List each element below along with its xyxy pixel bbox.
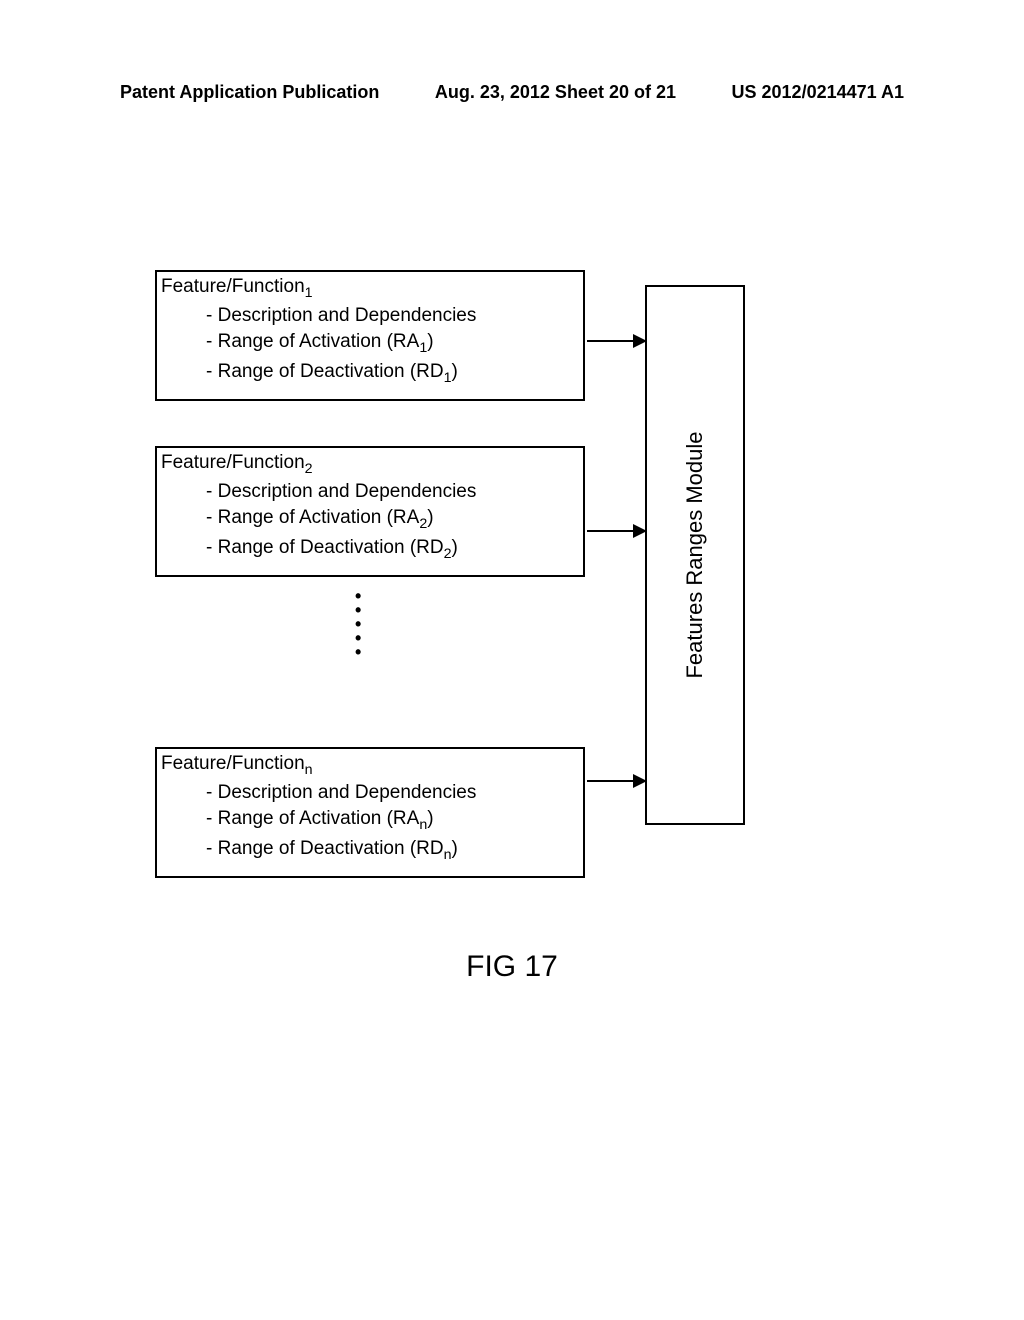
header-right: US 2012/0214471 A1	[732, 82, 904, 103]
feature-title-1: Feature/Function1	[161, 276, 575, 301]
header-left: Patent Application Publication	[120, 82, 379, 103]
feature-box-2: Feature/Function2 - Description and Depe…	[155, 446, 585, 577]
header-center: Aug. 23, 2012 Sheet 20 of 21	[435, 82, 676, 103]
feature-2-item-1: - Description and Dependencies	[206, 479, 575, 506]
features-ranges-module-label: Features Ranges Module	[682, 431, 708, 678]
feature-items-2: - Description and Dependencies - Range o…	[161, 479, 575, 565]
arrow-1	[587, 340, 645, 342]
feature-n-item-1: - Description and Dependencies	[206, 780, 575, 807]
feature-1-item-3: - Range of Deactivation (RD1)	[206, 359, 575, 389]
feature-title-n: Feature/Functionn	[161, 753, 575, 778]
feature-box-1: Feature/Function1 - Description and Depe…	[155, 270, 585, 401]
feature-title-2: Feature/Function2	[161, 452, 575, 477]
figure-label: FIG 17	[466, 950, 558, 984]
feature-1-item-1: - Description and Dependencies	[206, 303, 575, 330]
feature-2-item-2: - Range of Activation (RA2)	[206, 505, 575, 535]
feature-2-item-3: - Range of Deactivation (RD2)	[206, 535, 575, 565]
feature-items-n: - Description and Dependencies - Range o…	[161, 780, 575, 866]
page-header: Patent Application Publication Aug. 23, …	[0, 82, 1024, 103]
arrow-2	[587, 530, 645, 532]
feature-n-item-2: - Range of Activation (RAn)	[206, 806, 575, 836]
feature-1-item-2: - Range of Activation (RA1)	[206, 329, 575, 359]
arrow-3	[587, 780, 645, 782]
feature-box-n: Feature/Functionn - Description and Depe…	[155, 747, 585, 878]
features-ranges-module-box: Features Ranges Module	[645, 285, 745, 825]
feature-items-1: - Description and Dependencies - Range o…	[161, 303, 575, 389]
feature-n-item-3: - Range of Deactivation (RDn)	[206, 836, 575, 866]
